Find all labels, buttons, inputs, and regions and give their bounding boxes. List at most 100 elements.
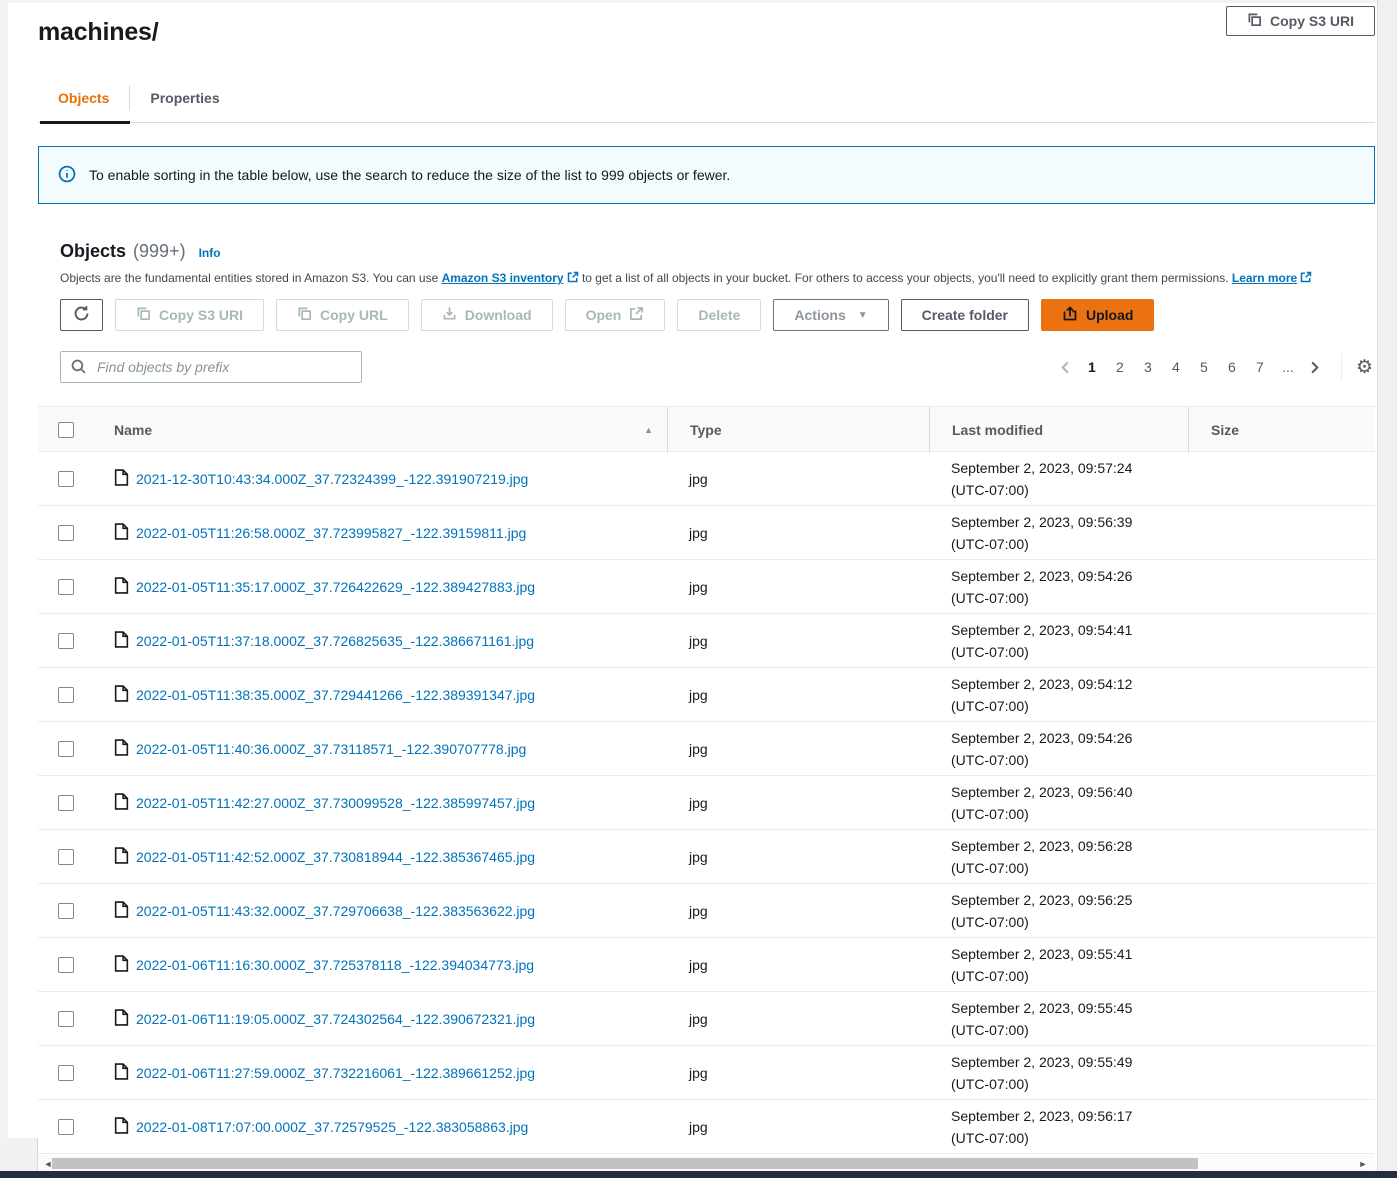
vertical-scrollbar[interactable]: [1377, 0, 1397, 1172]
delete-label: Delete: [698, 307, 740, 323]
create-folder-button[interactable]: Create folder: [901, 299, 1029, 331]
copy-s3-uri-header-button[interactable]: Copy S3 URI: [1226, 6, 1375, 36]
search-box: [60, 351, 362, 383]
row-checkbox[interactable]: [58, 633, 74, 649]
object-last-modified: September 2, 2023, 09:56:40 (UTC-07:00): [929, 776, 1188, 830]
download-button[interactable]: Download: [421, 299, 553, 331]
copy-icon: [1247, 12, 1262, 30]
object-name-link[interactable]: 2022-01-05T11:40:36.000Z_37.73118571_-12…: [136, 741, 526, 757]
table-row: 2022-01-05T11:40:36.000Z_37.73118571_-12…: [38, 722, 1375, 776]
page-title: machines/: [38, 18, 158, 47]
object-size: [1188, 884, 1375, 938]
object-name-link[interactable]: 2022-01-06T11:27:59.000Z_37.732216061_-1…: [136, 1065, 535, 1081]
row-checkbox[interactable]: [58, 957, 74, 973]
objects-table: Name ▲ Type Last modified Size 2021-12-3…: [38, 406, 1375, 1154]
object-name-link[interactable]: 2022-01-05T11:42:52.000Z_37.730818944_-1…: [136, 849, 535, 865]
preferences-button[interactable]: ⚙: [1354, 356, 1375, 379]
object-name-link[interactable]: 2021-12-30T10:43:34.000Z_37.72324399_-12…: [136, 471, 528, 487]
row-checkbox[interactable]: [58, 1065, 74, 1081]
object-name-link[interactable]: 2022-01-05T11:37:18.000Z_37.726825635_-1…: [136, 633, 534, 649]
pagination-page-1[interactable]: 1: [1082, 359, 1102, 375]
object-modified-timezone: (UTC-07:00): [951, 749, 1029, 771]
active-tab-indicator: [40, 121, 130, 124]
row-checkbox[interactable]: [58, 471, 74, 487]
pagination-divider: [1341, 353, 1342, 381]
file-icon: [114, 1063, 129, 1083]
object-modified-timezone: (UTC-07:00): [951, 533, 1029, 555]
object-modified-date: September 2, 2023, 09:54:41: [951, 619, 1132, 641]
row-checkbox[interactable]: [58, 1119, 74, 1135]
row-checkbox[interactable]: [58, 687, 74, 703]
object-modified-date: September 2, 2023, 09:54:12: [951, 673, 1132, 695]
search-input[interactable]: [60, 351, 362, 383]
object-name-link[interactable]: 2022-01-05T11:42:27.000Z_37.730099528_-1…: [136, 795, 535, 811]
pagination-page-3[interactable]: 3: [1138, 359, 1158, 375]
scroll-right-arrow-icon[interactable]: ►: [1355, 1159, 1371, 1169]
row-checkbox[interactable]: [58, 795, 74, 811]
row-checkbox[interactable]: [58, 741, 74, 757]
copy-s3-uri-button[interactable]: Copy S3 URI: [115, 299, 264, 331]
object-name-link[interactable]: 2022-01-05T11:43:32.000Z_37.729706638_-1…: [136, 903, 535, 919]
copy-icon: [136, 306, 151, 324]
create-folder-label: Create folder: [922, 307, 1008, 323]
row-checkbox[interactable]: [58, 1011, 74, 1027]
object-name-link[interactable]: 2022-01-06T11:16:30.000Z_37.725378118_-1…: [136, 957, 534, 973]
object-modified-timezone: (UTC-07:00): [951, 911, 1029, 933]
object-last-modified: September 2, 2023, 09:54:12 (UTC-07:00): [929, 668, 1188, 722]
object-modified-timezone: (UTC-07:00): [951, 587, 1029, 609]
object-name-link[interactable]: 2022-01-05T11:38:35.000Z_37.729441266_-1…: [136, 687, 535, 703]
delete-button[interactable]: Delete: [677, 299, 761, 331]
pagination-page-2[interactable]: 2: [1110, 359, 1130, 375]
object-modified-timezone: (UTC-07:00): [951, 1073, 1029, 1095]
pagination-next-button[interactable]: [1302, 360, 1327, 375]
row-checkbox[interactable]: [58, 525, 74, 541]
copy-s3-uri-label: Copy S3 URI: [159, 307, 243, 323]
object-name-link[interactable]: 2022-01-05T11:35:17.000Z_37.726422629_-1…: [136, 579, 535, 595]
file-icon: [114, 523, 129, 543]
bottom-dark-bar: [0, 1171, 1397, 1178]
column-header-name-label: Name: [114, 422, 152, 438]
row-checkbox[interactable]: [58, 903, 74, 919]
caret-down-icon: ▼: [858, 310, 868, 321]
pagination-previous-button[interactable]: [1053, 360, 1078, 375]
actions-dropdown-button[interactable]: Actions ▼: [773, 299, 888, 331]
table-row: 2022-01-06T11:27:59.000Z_37.732216061_-1…: [38, 1046, 1375, 1100]
object-name-link[interactable]: 2022-01-05T11:26:58.000Z_37.723995827_-1…: [136, 525, 526, 541]
file-icon: [114, 1009, 129, 1029]
amazon-s3-inventory-link[interactable]: Amazon S3 inventory: [442, 271, 564, 285]
object-name-link[interactable]: 2022-01-08T17:07:00.000Z_37.72579525_-12…: [136, 1119, 528, 1135]
open-button[interactable]: Open: [565, 299, 666, 331]
pagination-page-5[interactable]: 5: [1194, 359, 1214, 375]
external-link-icon: [567, 271, 579, 286]
copy-url-button[interactable]: Copy URL: [276, 299, 409, 331]
object-modified-timezone: (UTC-07:00): [951, 479, 1029, 501]
pagination-page-4[interactable]: 4: [1166, 359, 1186, 375]
object-last-modified: September 2, 2023, 09:56:25 (UTC-07:00): [929, 884, 1188, 938]
pagination-page-6[interactable]: 6: [1222, 359, 1242, 375]
object-size: [1188, 830, 1375, 884]
refresh-button[interactable]: [60, 299, 103, 331]
window-edge-left: [0, 0, 8, 1172]
file-icon: [114, 685, 129, 705]
object-type: jpg: [667, 452, 929, 506]
horizontal-scrollbar[interactable]: ◄ ►: [38, 1155, 1375, 1172]
info-banner-text: To enable sorting in the table below, us…: [89, 167, 730, 183]
upload-button[interactable]: Upload: [1041, 299, 1154, 331]
object-name-link[interactable]: 2022-01-06T11:19:05.000Z_37.724302564_-1…: [136, 1011, 535, 1027]
object-modified-timezone: (UTC-07:00): [951, 803, 1029, 825]
info-link[interactable]: Info: [199, 246, 221, 260]
file-icon: [114, 847, 129, 867]
pagination-page-7[interactable]: 7: [1250, 359, 1270, 375]
table-row: 2022-01-05T11:43:32.000Z_37.729706638_-1…: [38, 884, 1375, 938]
file-icon: [114, 469, 129, 489]
row-checkbox[interactable]: [58, 849, 74, 865]
info-icon: [58, 165, 76, 186]
object-size: [1188, 992, 1375, 1046]
tab-properties[interactable]: Properties: [130, 90, 239, 106]
tab-objects[interactable]: Objects: [38, 90, 129, 106]
horizontal-scrollbar-thumb[interactable]: [52, 1158, 1198, 1169]
select-all-checkbox[interactable]: [58, 422, 74, 438]
row-checkbox[interactable]: [58, 579, 74, 595]
learn-more-link[interactable]: Learn more: [1232, 271, 1297, 285]
object-type: jpg: [667, 884, 929, 938]
